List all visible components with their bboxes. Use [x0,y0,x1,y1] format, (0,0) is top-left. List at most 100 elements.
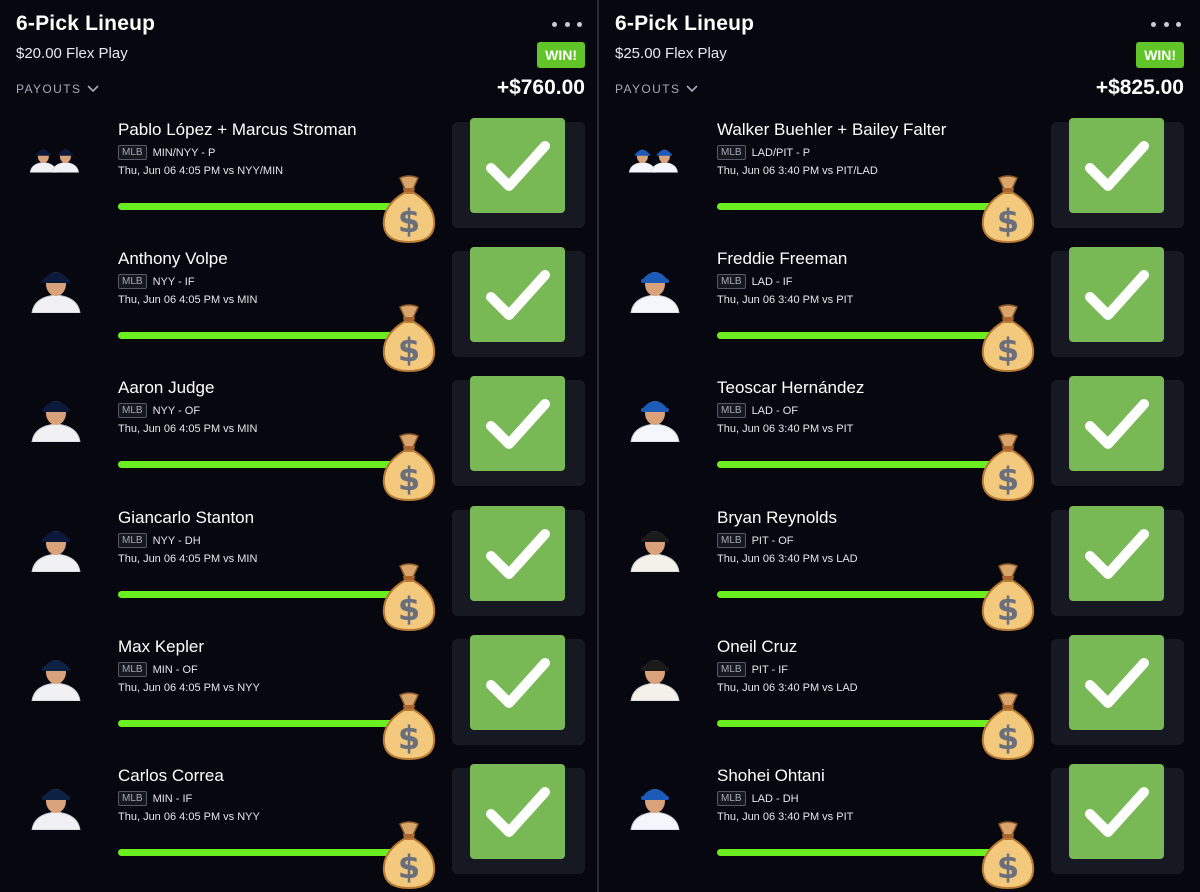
more-dots-icon [1176,21,1181,27]
money-bag-icon: $ [382,304,436,373]
team-position: LAD - DH [751,792,799,805]
win-checkmark [1069,764,1164,859]
league-badge: MLB [118,533,147,548]
player-name: Shohei Ohtani [717,766,825,785]
svg-text:$: $ [997,590,1019,628]
player-headshot [31,789,81,830]
total-payout: +$760.00 [496,76,585,99]
pick-row[interactable]: Anthony Volpe MLB NYY - IF Thu, Jun 06 4… [0,247,597,373]
game-time: Thu, Jun 06 4:05 PM vs MIN [118,423,258,435]
player-headshot [630,401,680,442]
player-name: Pablo López + Marcus Stroman [118,120,357,139]
team-position: NYY - IF [152,275,195,288]
player-headshot [630,660,680,701]
player-headshot [31,272,81,313]
game-time: Thu, Jun 06 3:40 PM vs PIT [717,811,854,823]
league-badge: MLB [717,274,746,289]
win-badge: WIN! [1136,42,1184,68]
pick-row[interactable]: Aaron Judge MLB NYY - OF Thu, Jun 06 4:0… [0,376,597,502]
payouts-toggle[interactable]: PAYOUTS [615,82,698,96]
game-time: Thu, Jun 06 4:05 PM vs MIN [118,553,258,565]
win-checkmark [470,764,565,859]
game-time: Thu, Jun 06 3:40 PM vs PIT [717,294,854,306]
money-bag-icon: $ [981,433,1035,502]
team-position: NYY - DH [152,534,201,547]
win-checkmark [1069,118,1164,213]
league-badge: MLB [717,403,746,418]
team-position: PIT - IF [751,663,789,676]
more-options-button[interactable] [549,12,585,36]
svg-text:$: $ [997,848,1019,886]
progress-track [717,591,997,598]
progress-track [717,720,997,727]
player-name: Oneil Cruz [717,637,798,656]
pick-meta: MLB NYY - IF [118,274,195,289]
payouts-toggle[interactable]: PAYOUTS [16,82,99,96]
league-badge: MLB [717,791,746,806]
pick-row[interactable]: Carlos Correa MLB MIN - IF Thu, Jun 06 4… [0,764,597,890]
more-options-button[interactable] [1148,12,1184,36]
win-checkmark [470,376,565,471]
progress-fill [118,849,398,856]
money-bag-icon: $ [981,304,1035,373]
svg-text:$: $ [398,460,420,498]
team-position: PIT - OF [751,534,794,547]
progress-fill [717,849,997,856]
pick-row[interactable]: Teoscar Hernández MLB LAD - OF Thu, Jun … [599,376,1196,502]
lineups-screen: 6-Pick Lineup $20.00 Flex Play WIN! PAYO… [0,0,1200,892]
svg-text:$: $ [398,719,420,757]
svg-text:$: $ [398,590,420,628]
team-position: LAD - OF [751,404,799,417]
pick-row[interactable]: Bryan Reynolds MLB PIT - OF Thu, Jun 06 … [599,506,1196,632]
pick-row[interactable]: Walker Buehler + Bailey Falter MLB LAD/P… [599,118,1196,244]
svg-text:$: $ [398,848,420,886]
chevron-down-icon [87,85,99,93]
pick-row[interactable]: Giancarlo Stanton MLB NYY - DH Thu, Jun … [0,506,597,632]
progress-track [717,203,997,210]
team-position: MIN - OF [152,663,198,676]
player-name: Bryan Reynolds [717,508,838,527]
checkmark-icon [1084,140,1149,191]
pick-row[interactable]: Oneil Cruz MLB PIT - IF Thu, Jun 06 3:40… [599,635,1196,761]
money-bag-icon: $ [981,563,1035,632]
player-headshot [630,272,680,313]
money-bag-icon: $ [382,563,436,632]
progress-fill [118,332,398,339]
pick-row[interactable]: Shohei Ohtani MLB LAD - DH Thu, Jun 06 3… [599,764,1196,890]
checkmark-icon [1084,269,1149,320]
team-position: MIN - IF [152,792,193,805]
checkmark-icon [485,140,550,191]
lineup-card: 6-Pick Lineup $25.00 Flex Play WIN! PAYO… [599,0,1196,892]
team-position: NYY - OF [152,404,201,417]
pick-meta: MLB MIN - OF [118,662,198,677]
progress-fill [717,591,997,598]
checkmark-icon [1084,657,1149,708]
league-badge: MLB [118,274,147,289]
more-dots-icon [552,21,557,27]
pick-row[interactable]: Pablo López + Marcus Stroman MLB MIN/NYY… [0,118,597,244]
progress-track [118,720,398,727]
pick-meta: MLB NYY - DH [118,533,201,548]
player-headshot [31,531,81,572]
checkmark-icon [485,657,550,708]
svg-text:$: $ [997,202,1019,240]
player-name: Max Kepler [118,637,204,656]
more-dots-icon [564,21,570,27]
progress-fill [717,332,997,339]
league-badge: MLB [717,145,746,160]
checkmark-icon [1084,786,1149,837]
pick-row[interactable]: Freddie Freeman MLB LAD - IF Thu, Jun 06… [599,247,1196,373]
payouts-label: PAYOUTS [16,82,82,96]
league-badge: MLB [118,403,147,418]
svg-text:$: $ [997,460,1019,498]
progress-fill [118,461,398,468]
play-type: $20.00 Flex Play [16,45,128,62]
player-headshot [31,660,81,701]
player-headshot [628,149,678,173]
pick-row[interactable]: Max Kepler MLB MIN - OF Thu, Jun 06 4:05… [0,635,597,761]
progress-track [118,591,398,598]
lineup-title: 6-Pick Lineup [615,12,755,35]
pick-meta: MLB MIN/NYY - P [118,145,215,160]
lineup-title: 6-Pick Lineup [16,12,156,35]
money-bag-icon: $ [981,692,1035,761]
